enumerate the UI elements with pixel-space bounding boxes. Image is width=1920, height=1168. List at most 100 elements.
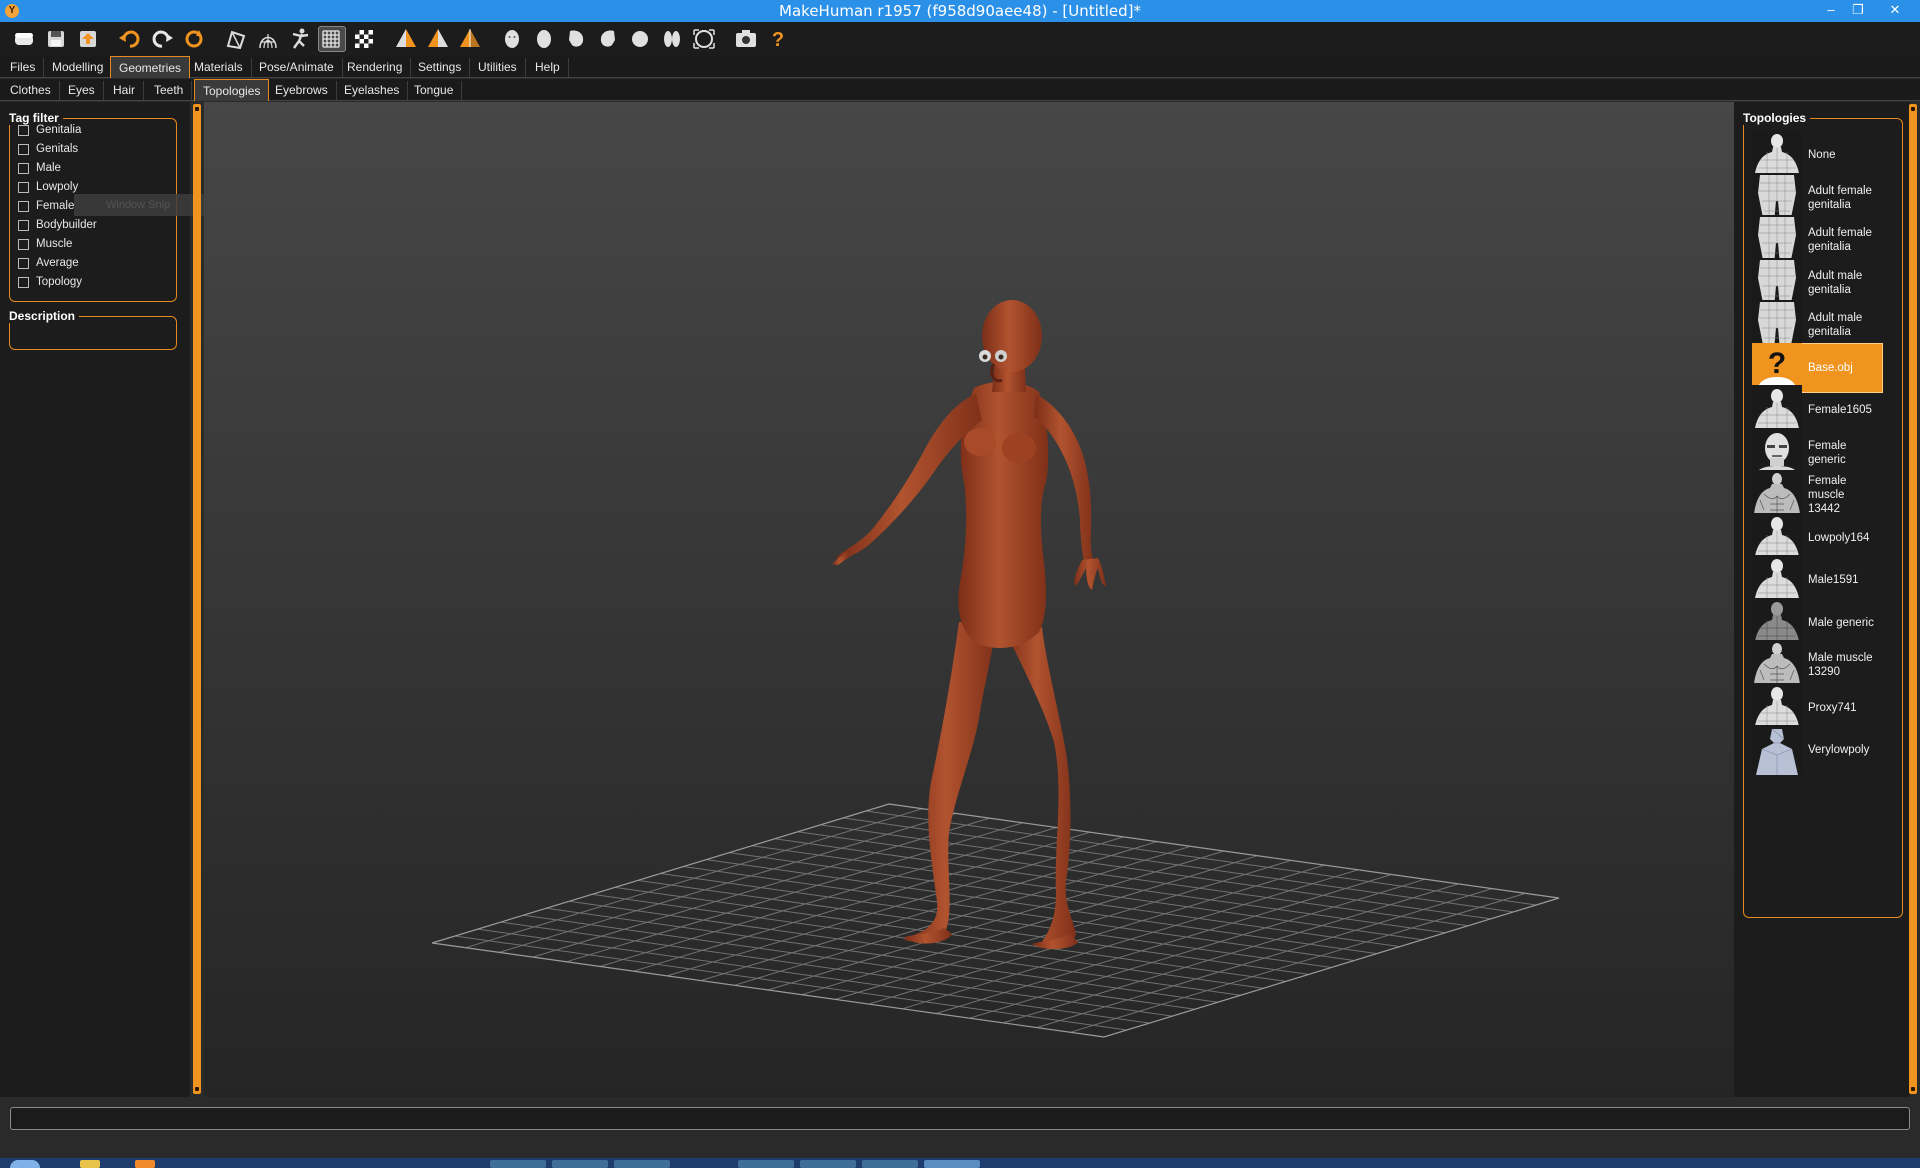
tag-checkbox-lowpoly[interactable]: Lowpoly <box>18 179 78 195</box>
windows-taskbar <box>0 1158 1920 1168</box>
checkbox[interactable] <box>18 162 29 174</box>
checkbox[interactable] <box>18 276 29 288</box>
human-model <box>832 300 1106 950</box>
right-panel: Topologies None Adult female genitalia Adu… <box>1734 102 1910 1097</box>
taskbar-app-icon[interactable] <box>924 1160 980 1168</box>
tab-materials[interactable]: Materials <box>186 58 252 78</box>
pose-icon[interactable] <box>286 26 314 52</box>
tag-checkbox-muscle[interactable]: Muscle <box>18 236 72 252</box>
svg-text:?: ? <box>1768 347 1786 380</box>
back-view-icon[interactable] <box>530 26 558 52</box>
tab-modelling[interactable]: Modelling <box>44 58 113 78</box>
screenshot-icon[interactable] <box>732 26 760 52</box>
tag-checkbox-bodybuilder[interactable]: Bodybuilder <box>18 217 97 233</box>
tab-files[interactable]: Files <box>2 58 45 78</box>
topology-label: Verylowpoly <box>1808 744 1870 756</box>
bottom-view-icon[interactable] <box>658 26 686 52</box>
scroll-up-arrow-icon[interactable] <box>195 107 199 111</box>
topology-label: Adult male genitalia <box>1808 269 1863 296</box>
right-view-icon[interactable] <box>594 26 622 52</box>
tab-help[interactable]: Help <box>527 58 569 78</box>
right-panel-scrollbar[interactable] <box>1909 104 1917 1094</box>
left-panel-scrollbar[interactable] <box>193 104 201 1094</box>
new-icon[interactable] <box>10 26 38 52</box>
topologies-title: Topologies <box>1743 111 1811 125</box>
restore-icon[interactable]: ❐ <box>1843 0 1873 22</box>
redo-icon[interactable] <box>148 26 176 52</box>
front-view-icon[interactable] <box>498 26 526 52</box>
close-icon[interactable]: ✕ <box>1880 0 1910 22</box>
window-title: MakeHuman r1957 (f958d90aee48) - [Untitl… <box>779 2 1141 20</box>
taskbar-app-icon[interactable] <box>80 1160 100 1168</box>
tab-eyebrows[interactable]: Eyebrows <box>267 81 337 101</box>
scroll-down-arrow-icon[interactable] <box>1911 1087 1915 1091</box>
undo-icon[interactable] <box>116 26 144 52</box>
help-icon[interactable]: ? <box>764 26 792 52</box>
tag-label: Male <box>36 162 61 174</box>
tab-hair[interactable]: Hair <box>105 81 145 101</box>
taskbar-app-icon[interactable] <box>490 1160 546 1168</box>
wireframe-icon[interactable] <box>254 26 282 52</box>
tab-utilities[interactable]: Utilities <box>470 58 526 78</box>
tag-checkbox-topology[interactable]: Topology <box>18 274 82 290</box>
3d-viewport[interactable] <box>204 102 1734 1097</box>
reset-camera-icon[interactable] <box>690 26 718 52</box>
tag-checkbox-average[interactable]: Average <box>18 255 79 271</box>
tab-pose-animate[interactable]: Pose/Animate <box>251 58 343 78</box>
tag-checkbox-genitalia[interactable]: Genitalia <box>18 122 81 138</box>
minimize-icon[interactable]: – <box>1816 0 1846 22</box>
taskbar-app-icon[interactable] <box>738 1160 794 1168</box>
checkbox[interactable] <box>18 200 29 212</box>
ground-grid <box>432 804 1559 1037</box>
tab-rendering[interactable]: Rendering <box>339 58 412 78</box>
checkbox[interactable] <box>18 181 29 193</box>
tag-label: Female <box>36 200 75 212</box>
tag-checkbox-genitals[interactable]: Genitals <box>18 141 78 157</box>
checkbox[interactable] <box>18 238 29 250</box>
tag-checkbox-male[interactable]: Male <box>18 160 61 176</box>
tag-label: Bodybuilder <box>36 219 97 231</box>
left-panel: Tag filter Genitalia Genitals Male Lowpo… <box>0 102 190 1097</box>
checkbox[interactable] <box>18 143 29 155</box>
topology-label: Female muscle 13442 <box>1808 475 1847 515</box>
taskbar-app-icon[interactable] <box>862 1160 918 1168</box>
topology-label: None <box>1808 149 1836 161</box>
tab-teeth[interactable]: Teeth <box>146 81 193 101</box>
taskbar-app-icon[interactable] <box>135 1160 155 1168</box>
start-button-icon[interactable] <box>10 1160 40 1168</box>
symmetry-icon[interactable] <box>456 26 484 52</box>
tag-checkbox-female[interactable]: Female <box>18 198 74 214</box>
sub-menu: Clothes Eyes Hair Teeth Topologies Eyebr… <box>0 79 1920 101</box>
topology-label: Adult male genitalia <box>1808 312 1863 338</box>
checkbox[interactable] <box>18 124 29 136</box>
symmetry-left-icon[interactable] <box>424 26 452 52</box>
tab-tongue[interactable]: Tongue <box>406 81 463 101</box>
taskbar-app-icon[interactable] <box>552 1160 608 1168</box>
save-icon[interactable] <box>42 26 70 52</box>
tab-clothes[interactable]: Clothes <box>2 81 60 101</box>
symmetry-right-icon[interactable] <box>392 26 420 52</box>
tab-topologies[interactable]: Topologies <box>194 79 270 101</box>
grid-icon[interactable] <box>318 26 346 52</box>
checkbox[interactable] <box>18 257 29 269</box>
scroll-up-arrow-icon[interactable] <box>1911 107 1915 111</box>
topology-item[interactable]: Verylowpoly <box>1752 725 1883 775</box>
top-view-icon[interactable] <box>626 26 654 52</box>
topology-label: Adult female genitalia <box>1808 184 1872 211</box>
description-group: Description <box>9 309 177 350</box>
tab-eyes[interactable]: Eyes <box>60 81 104 101</box>
topology-label: Proxy741 <box>1808 701 1857 714</box>
tab-eyelashes[interactable]: Eyelashes <box>336 81 409 101</box>
scroll-down-arrow-icon[interactable] <box>195 1087 199 1091</box>
taskbar-app-icon[interactable] <box>614 1160 670 1168</box>
taskbar-app-icon[interactable] <box>800 1160 856 1168</box>
reset-icon[interactable] <box>180 26 208 52</box>
tab-geometries[interactable]: Geometries <box>110 56 191 78</box>
checker-background-icon[interactable] <box>350 26 378 52</box>
left-view-icon[interactable] <box>562 26 590 52</box>
topology-label: Male muscle 13290 <box>1808 652 1873 678</box>
export-icon[interactable] <box>74 26 102 52</box>
checkbox[interactable] <box>18 219 29 231</box>
smooth-icon[interactable] <box>222 26 250 52</box>
tab-settings[interactable]: Settings <box>410 58 471 78</box>
